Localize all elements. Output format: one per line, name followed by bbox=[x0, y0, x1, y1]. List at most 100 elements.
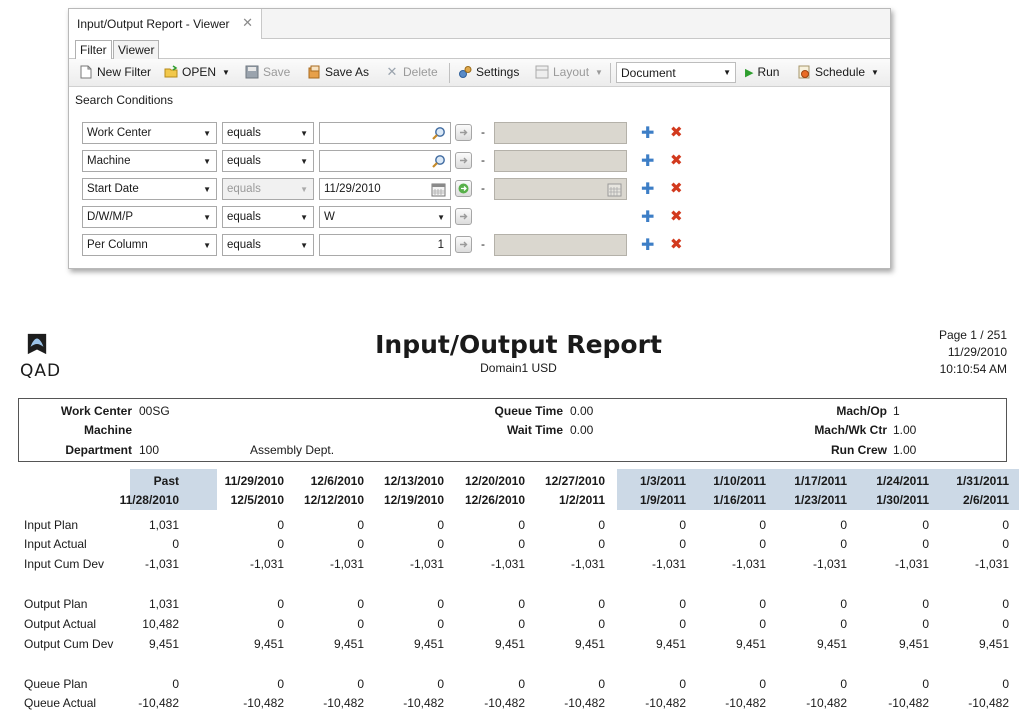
column-header-start: 1/24/2011 bbox=[876, 474, 929, 488]
remove-condition-icon[interactable]: ✖ bbox=[670, 179, 683, 197]
table-cell: -10,482 bbox=[888, 696, 929, 710]
add-condition-icon[interactable]: ✚ bbox=[641, 151, 654, 171]
condition-field-select[interactable]: Per Column ▼ bbox=[82, 234, 217, 256]
add-condition-icon[interactable]: ✚ bbox=[641, 235, 654, 255]
table-cell: -1,031 bbox=[570, 557, 605, 571]
row-label: Input Plan bbox=[24, 518, 79, 532]
machine-label: Machine bbox=[83, 423, 132, 437]
lookup-magnifier-icon[interactable] bbox=[431, 154, 446, 169]
wait-time-value: 0.00 bbox=[570, 423, 594, 437]
column-header: 12/13/2010 12/19/2010 bbox=[384, 472, 444, 510]
start-date-input[interactable]: 11/29/2010 bbox=[319, 178, 451, 200]
remove-condition-icon[interactable]: ✖ bbox=[670, 123, 683, 141]
condition-value-input[interactable] bbox=[319, 122, 451, 144]
delete-icon: ✕ bbox=[386, 64, 398, 79]
calendar-icon[interactable] bbox=[431, 182, 446, 197]
go-arrow-button[interactable] bbox=[455, 180, 472, 197]
condition-operator-select[interactable]: equals ▼ bbox=[222, 234, 314, 256]
condition-value-select[interactable]: W ▼ bbox=[319, 206, 451, 228]
run-icon: ▶ bbox=[745, 66, 754, 79]
condition-field-value: Per Column bbox=[87, 239, 148, 251]
chevron-down-icon: ▼ bbox=[871, 67, 879, 77]
table-cell: 0 bbox=[840, 677, 847, 691]
table-cell: 0 bbox=[357, 677, 364, 691]
table-cell: 10,482 bbox=[142, 617, 179, 631]
new-document-icon bbox=[80, 65, 92, 79]
table-cell: 0 bbox=[759, 677, 766, 691]
save-as-button[interactable]: Save As bbox=[307, 65, 369, 79]
table-cell: -1,031 bbox=[144, 557, 179, 571]
table-cell: 0 bbox=[172, 537, 179, 551]
chevron-down-icon: ▼ bbox=[203, 213, 211, 222]
report-page: QAD Input/Output Report Domain1 USD Page… bbox=[18, 297, 1019, 728]
table-cell: 1,031 bbox=[148, 518, 179, 532]
table-cell: 0 bbox=[172, 677, 179, 691]
condition-field-select[interactable]: Machine ▼ bbox=[82, 150, 217, 172]
lookup-magnifier-icon[interactable] bbox=[431, 126, 446, 141]
condition-to-input bbox=[494, 122, 627, 144]
condition-value-text: 11/29/2010 bbox=[324, 183, 381, 195]
report-viewer-window: Input/Output Report - Viewer ✕ Filter Vi… bbox=[68, 8, 891, 269]
close-icon[interactable]: ✕ bbox=[242, 15, 253, 31]
document-tab[interactable]: Input/Output Report - Viewer ✕ bbox=[69, 9, 262, 39]
open-button[interactable]: OPEN ▼ bbox=[164, 65, 230, 79]
column-header-end: 12/19/2010 bbox=[383, 493, 444, 507]
column-header-end: 1/16/2011 bbox=[713, 493, 766, 507]
go-arrow-button[interactable] bbox=[455, 236, 472, 253]
column-header-end: 1/30/2011 bbox=[876, 493, 929, 507]
settings-label: Settings bbox=[476, 65, 520, 79]
column-header-end: 1/23/2011 bbox=[794, 493, 847, 507]
new-filter-button[interactable]: New Filter bbox=[79, 65, 151, 79]
condition-field-select[interactable]: D/W/M/P ▼ bbox=[82, 206, 217, 228]
chevron-down-icon: ▼ bbox=[203, 185, 211, 194]
condition-operator-select[interactable]: equals ▼ bbox=[222, 206, 314, 228]
condition-operator-select[interactable]: equals ▼ bbox=[222, 150, 314, 172]
go-arrow-button[interactable] bbox=[455, 208, 472, 225]
column-header-end: 12/26/2010 bbox=[464, 493, 525, 507]
per-column-input[interactable]: 1 bbox=[319, 234, 451, 256]
column-header-start: 1/31/2011 bbox=[956, 474, 1009, 488]
column-header: 1/31/2011 2/6/2011 bbox=[956, 472, 1009, 510]
table-cell: 0 bbox=[518, 597, 525, 611]
table-cell: 0 bbox=[277, 597, 284, 611]
condition-operator-value: equals bbox=[227, 239, 261, 251]
layout-button[interactable]: Layout ▼ bbox=[535, 65, 603, 79]
run-button[interactable]: ▶ Run bbox=[745, 65, 779, 79]
chevron-down-icon: ▼ bbox=[222, 67, 230, 77]
table-cell: 0 bbox=[679, 537, 686, 551]
queue-time-label: Queue Time bbox=[494, 404, 563, 418]
column-header-end: 12/12/2010 bbox=[303, 493, 364, 507]
table-cell: -1,031 bbox=[974, 557, 1009, 571]
table-cell: 0 bbox=[759, 537, 766, 551]
condition-to-input bbox=[494, 178, 627, 200]
calendar-icon bbox=[607, 183, 622, 197]
remove-condition-icon[interactable]: ✖ bbox=[670, 207, 683, 225]
condition-field-select[interactable]: Work Center ▼ bbox=[82, 122, 217, 144]
delete-button[interactable]: ✕ Delete bbox=[385, 64, 438, 80]
queue-time-value: 0.00 bbox=[570, 404, 594, 418]
tab-filter[interactable]: Filter bbox=[75, 40, 112, 59]
table-cell: 0 bbox=[437, 518, 444, 532]
table-cell: 0 bbox=[840, 537, 847, 551]
table-cell: 0 bbox=[357, 537, 364, 551]
tab-viewer[interactable]: Viewer bbox=[113, 40, 160, 59]
column-header-start: 12/20/2010 bbox=[464, 474, 525, 488]
add-condition-icon[interactable]: ✚ bbox=[641, 207, 654, 227]
table-cell: 0 bbox=[437, 597, 444, 611]
condition-operator-select[interactable]: equals ▼ bbox=[222, 122, 314, 144]
output-format-select[interactable]: Document ▼ bbox=[616, 62, 736, 83]
condition-value-input[interactable] bbox=[319, 150, 451, 172]
add-condition-icon[interactable]: ✚ bbox=[641, 179, 654, 199]
settings-button[interactable]: Settings bbox=[458, 65, 519, 79]
add-condition-icon[interactable]: ✚ bbox=[641, 123, 654, 143]
chevron-down-icon: ▼ bbox=[595, 67, 603, 77]
remove-condition-icon[interactable]: ✖ bbox=[670, 151, 683, 169]
save-button[interactable]: Save bbox=[245, 65, 290, 79]
go-arrow-button[interactable] bbox=[455, 124, 472, 141]
go-arrow-button[interactable] bbox=[455, 152, 472, 169]
row-label: Input Actual bbox=[24, 537, 87, 551]
schedule-button[interactable]: Schedule ▼ bbox=[797, 65, 879, 79]
remove-condition-icon[interactable]: ✖ bbox=[670, 235, 683, 253]
condition-field-select[interactable]: Start Date ▼ bbox=[82, 178, 217, 200]
table-cell: 0 bbox=[922, 518, 929, 532]
